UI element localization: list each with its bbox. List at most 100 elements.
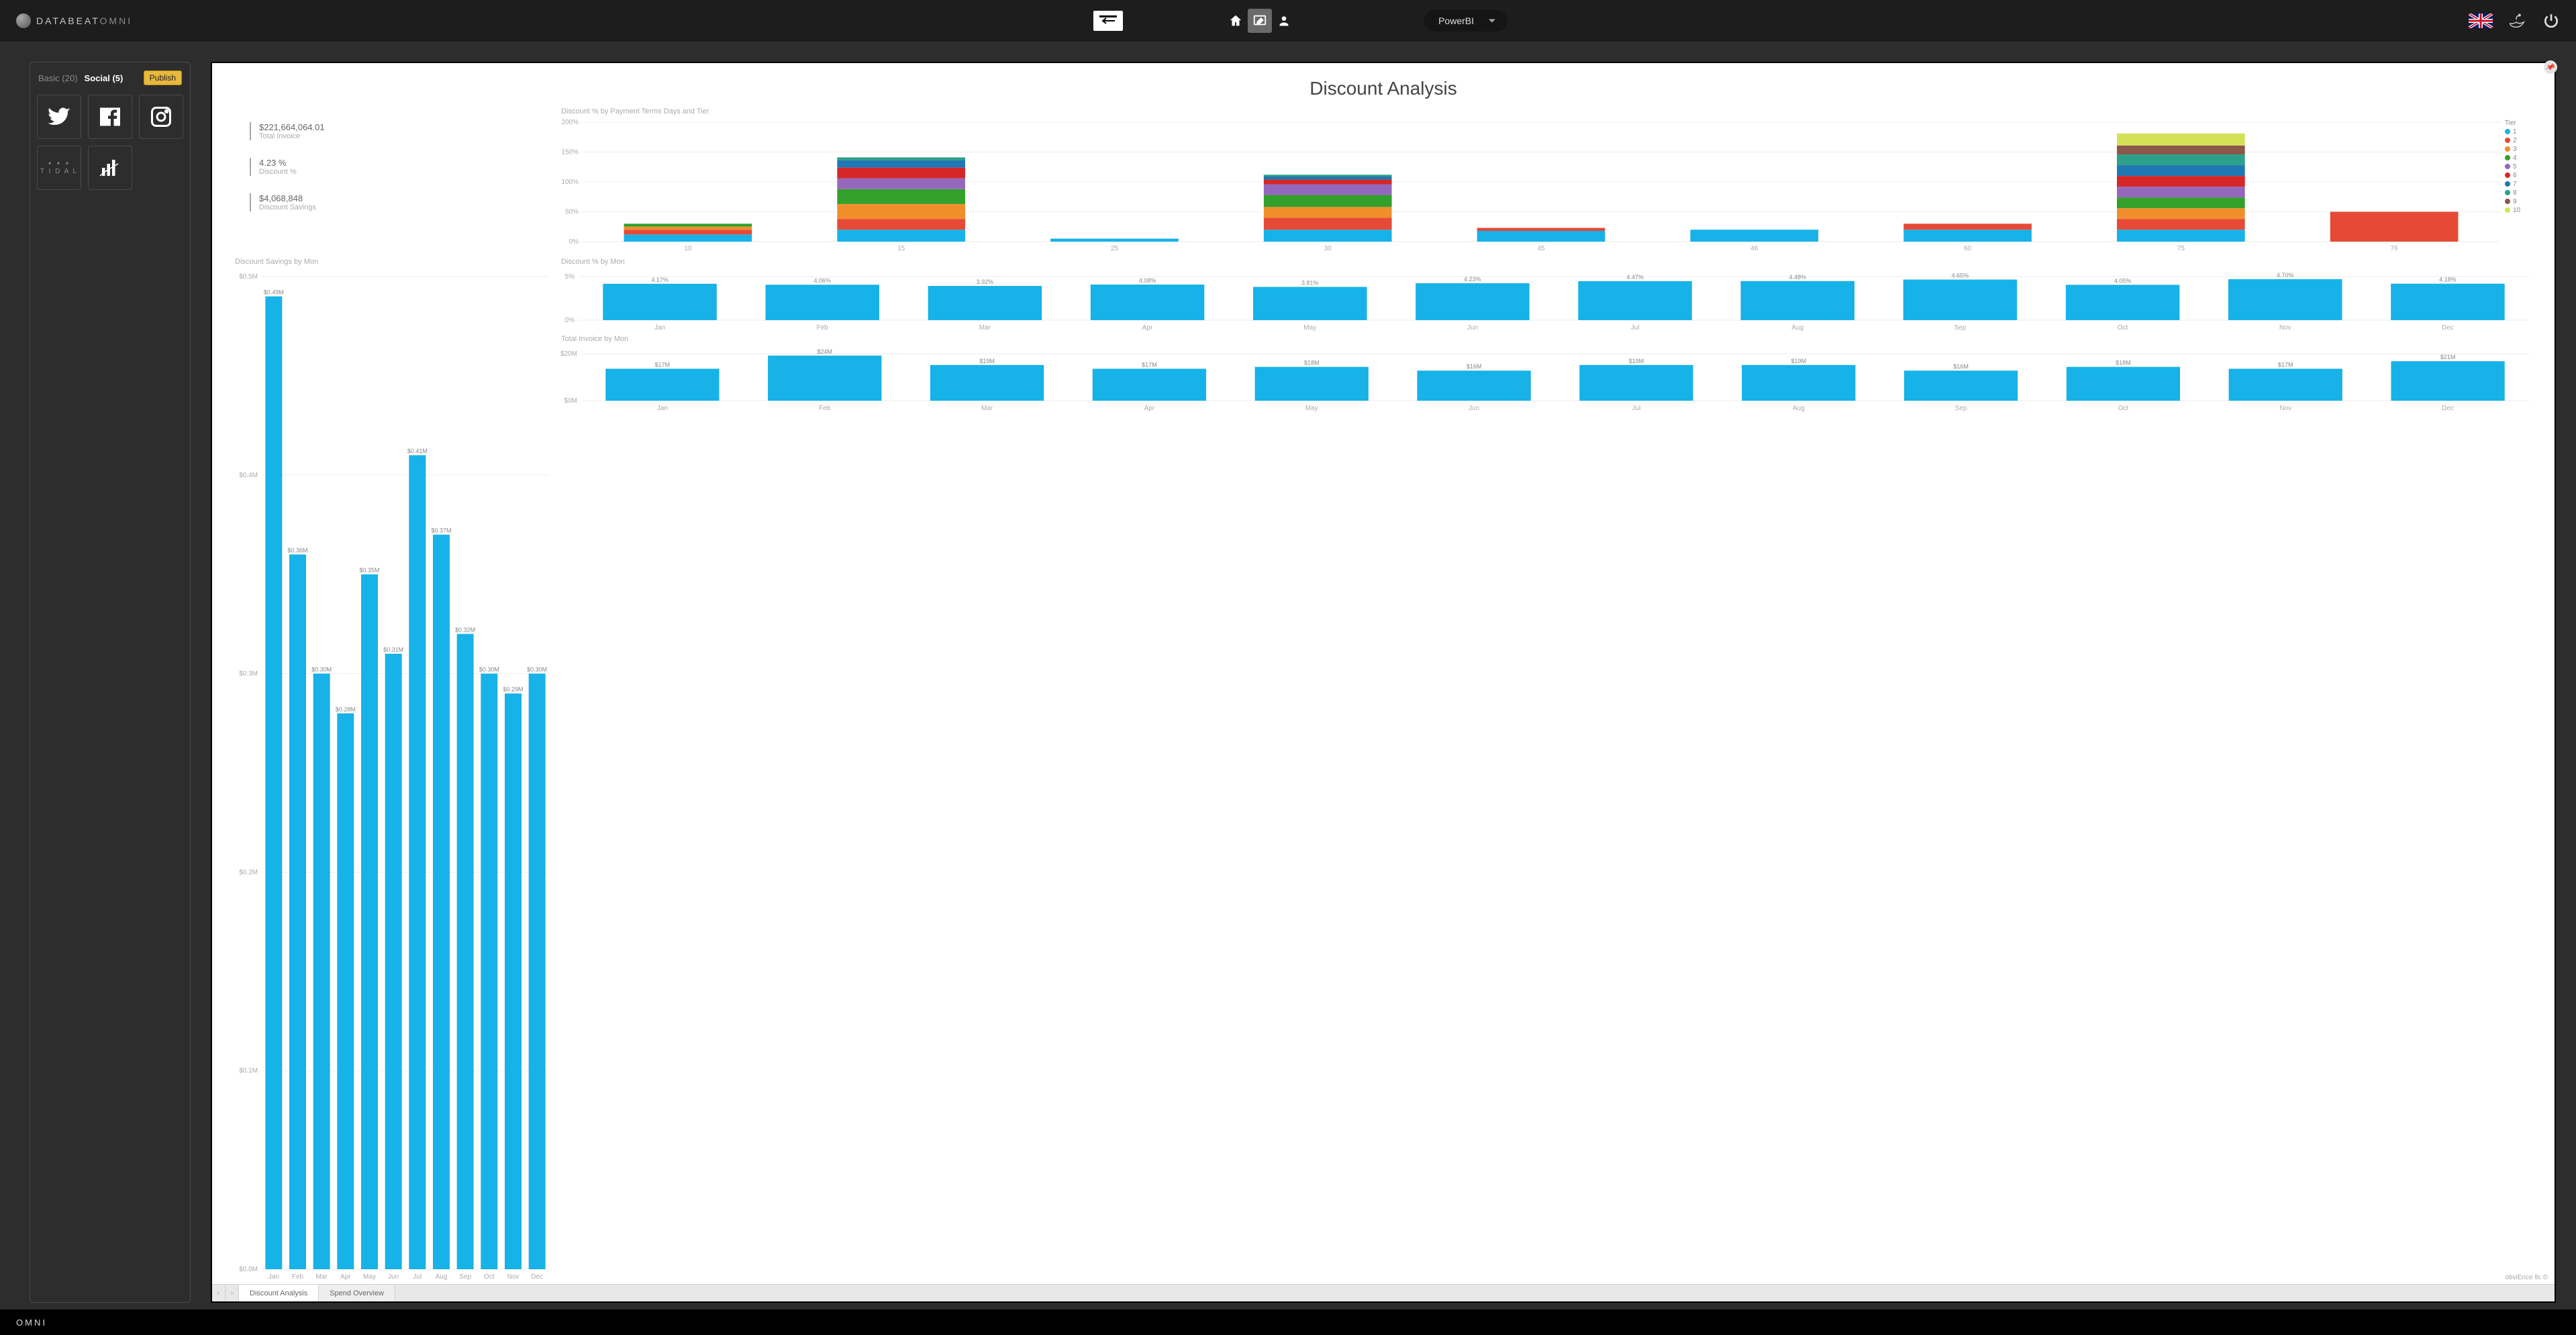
back-button[interactable] <box>1093 11 1123 31</box>
app-selector[interactable]: PowerBI <box>1424 10 1507 32</box>
svg-text:Apr: Apr <box>340 1273 351 1281</box>
footer: OMNI <box>0 1309 2576 1335</box>
svg-text:Sep: Sep <box>1955 405 1967 412</box>
locale-flag-icon[interactable] <box>2469 13 2493 28</box>
svg-text:76: 76 <box>2391 245 2399 252</box>
svg-text:$0.35M: $0.35M <box>359 567 379 574</box>
main: Basic (20) Social (5) Publish ✦ ✦ ✦T I D… <box>0 42 2576 1309</box>
svg-text:9: 9 <box>2513 198 2517 205</box>
svg-text:$0.3M: $0.3M <box>239 671 258 678</box>
user-button[interactable] <box>1272 9 1296 33</box>
svg-text:8: 8 <box>2513 189 2517 197</box>
svg-text:30: 30 <box>1324 245 1332 252</box>
topbar-center: PowerBI <box>132 9 2469 33</box>
svg-text:3.92%: 3.92% <box>977 279 994 285</box>
app-selector-label: PowerBI <box>1438 15 1474 26</box>
svg-text:100%: 100% <box>561 179 579 186</box>
tile-facebook[interactable] <box>88 95 132 139</box>
report-body: Discount Analysis $221,664,064.01 Total … <box>212 63 2555 1284</box>
kpi-total-invoice: $221,664,064.01 Total Invoice <box>250 122 554 140</box>
right-mini-column: Discount % by Mon 0%5%4.17%Jan4.06%Feb3.… <box>558 256 2534 1281</box>
svg-text:Oct: Oct <box>484 1273 495 1281</box>
svg-text:$0.0M: $0.0M <box>239 1266 258 1273</box>
svg-text:$0.32M: $0.32M <box>455 626 475 633</box>
svg-text:$0.30M: $0.30M <box>311 666 332 673</box>
home-button[interactable] <box>1224 9 1248 33</box>
tile-twitter[interactable] <box>37 95 81 139</box>
report-copyright: obviEnce llc © <box>2505 1274 2548 1281</box>
topbar-right <box>2469 12 2560 30</box>
svg-text:$18M: $18M <box>1304 360 1320 366</box>
svg-text:3: 3 <box>2513 146 2517 153</box>
svg-text:Oct: Oct <box>2118 405 2129 412</box>
svg-text:10: 10 <box>2513 207 2521 214</box>
svg-text:Jun: Jun <box>1469 405 1479 412</box>
svg-text:Jun: Jun <box>1467 324 1478 332</box>
svg-text:May: May <box>1303 324 1316 332</box>
svg-text:$0.36M: $0.36M <box>287 547 307 554</box>
edit-button[interactable] <box>1248 9 1272 33</box>
sidebar-tab-basic[interactable]: Basic (20) <box>38 73 78 83</box>
svg-text:$20M: $20M <box>560 350 577 358</box>
tile-grid: ✦ ✦ ✦T I D A L <box>37 95 183 190</box>
sidebar-tab-social[interactable]: Social (5) <box>85 73 123 83</box>
chart-discount-pct-mon[interactable]: Discount % by Mon 0%5%4.17%Jan4.06%Feb3.… <box>558 256 2534 332</box>
svg-text:Oct: Oct <box>2118 324 2128 332</box>
sidebar: Basic (20) Social (5) Publish ✦ ✦ ✦T I D… <box>30 62 191 1303</box>
svg-text:$0.30M: $0.30M <box>479 666 499 673</box>
svg-text:4.08%: 4.08% <box>1139 277 1156 284</box>
chart-discount-savings-mon[interactable]: Discount Savings by Mon $0.0M$0.1M$0.2M$… <box>232 256 554 1281</box>
svg-text:3.81%: 3.81% <box>1301 279 1319 286</box>
svg-text:$0.30M: $0.30M <box>527 666 547 673</box>
svg-text:Apr: Apr <box>1142 324 1153 332</box>
svg-text:4.65%: 4.65% <box>1952 273 1969 279</box>
svg-text:60: 60 <box>1964 245 1972 252</box>
svg-text:15: 15 <box>897 245 905 252</box>
svg-text:Aug: Aug <box>1791 324 1803 332</box>
svg-text:May: May <box>363 1273 376 1281</box>
tile-tidal[interactable]: ✦ ✦ ✦T I D A L <box>37 146 81 190</box>
svg-text:150%: 150% <box>561 149 579 156</box>
svg-text:$0.4M: $0.4M <box>239 472 258 479</box>
svg-text:May: May <box>1305 405 1318 412</box>
chart-total-invoice-mon[interactable]: Total Invoice by Mon $0M$20M$17MJan$24MF… <box>558 334 2534 413</box>
svg-text:$24M: $24M <box>817 348 832 355</box>
svg-text:4.47%: 4.47% <box>1626 274 1644 281</box>
svg-text:0%: 0% <box>569 238 579 246</box>
svg-text:Dec: Dec <box>2442 324 2454 332</box>
svg-text:Nov: Nov <box>2279 324 2291 332</box>
svg-text:$0.28M: $0.28M <box>336 706 356 713</box>
svg-text:$0.31M: $0.31M <box>383 646 403 653</box>
lamp-icon[interactable] <box>2508 13 2528 29</box>
svg-text:0%: 0% <box>565 317 575 324</box>
svg-text:Mar: Mar <box>316 1273 328 1281</box>
tab-nav-next[interactable]: › <box>226 1285 239 1301</box>
svg-text:10: 10 <box>684 245 692 252</box>
svg-text:$0.5M: $0.5M <box>239 273 258 281</box>
report-tab-discount[interactable]: Discount Analysis <box>239 1285 319 1301</box>
svg-text:Jun: Jun <box>388 1273 399 1281</box>
tile-instagram[interactable] <box>139 95 183 139</box>
sidebar-tabs: Basic (20) Social (5) Publish <box>37 69 183 91</box>
svg-text:Jul: Jul <box>413 1273 422 1281</box>
svg-text:$17M: $17M <box>2278 361 2293 368</box>
tab-nav-prev[interactable]: ‹ <box>212 1285 226 1301</box>
svg-text:4.23%: 4.23% <box>1464 276 1481 283</box>
publish-button[interactable]: Publish <box>144 70 182 85</box>
svg-text:6: 6 <box>2513 172 2517 179</box>
svg-text:Aug: Aug <box>1793 405 1805 412</box>
svg-text:$0M: $0M <box>564 397 577 405</box>
svg-text:2: 2 <box>2513 137 2517 144</box>
tile-powerbi[interactable] <box>88 146 132 190</box>
svg-text:$17M: $17M <box>1142 361 1157 368</box>
report-tab-spend[interactable]: Spend Overview <box>319 1285 395 1301</box>
svg-text:Feb: Feb <box>292 1273 304 1281</box>
chart-discount-pct-terms-tier[interactable]: Discount % by Payment Terms Days and Tie… <box>558 106 2534 252</box>
svg-text:25: 25 <box>1111 245 1119 252</box>
power-button[interactable] <box>2542 12 2560 30</box>
brand-logo-icon <box>16 13 31 28</box>
svg-text:Tier: Tier <box>2505 119 2517 127</box>
brand-logo: DATABEATOMNI <box>16 13 132 28</box>
svg-text:Jan: Jan <box>657 405 668 412</box>
svg-text:Jul: Jul <box>1632 405 1641 412</box>
